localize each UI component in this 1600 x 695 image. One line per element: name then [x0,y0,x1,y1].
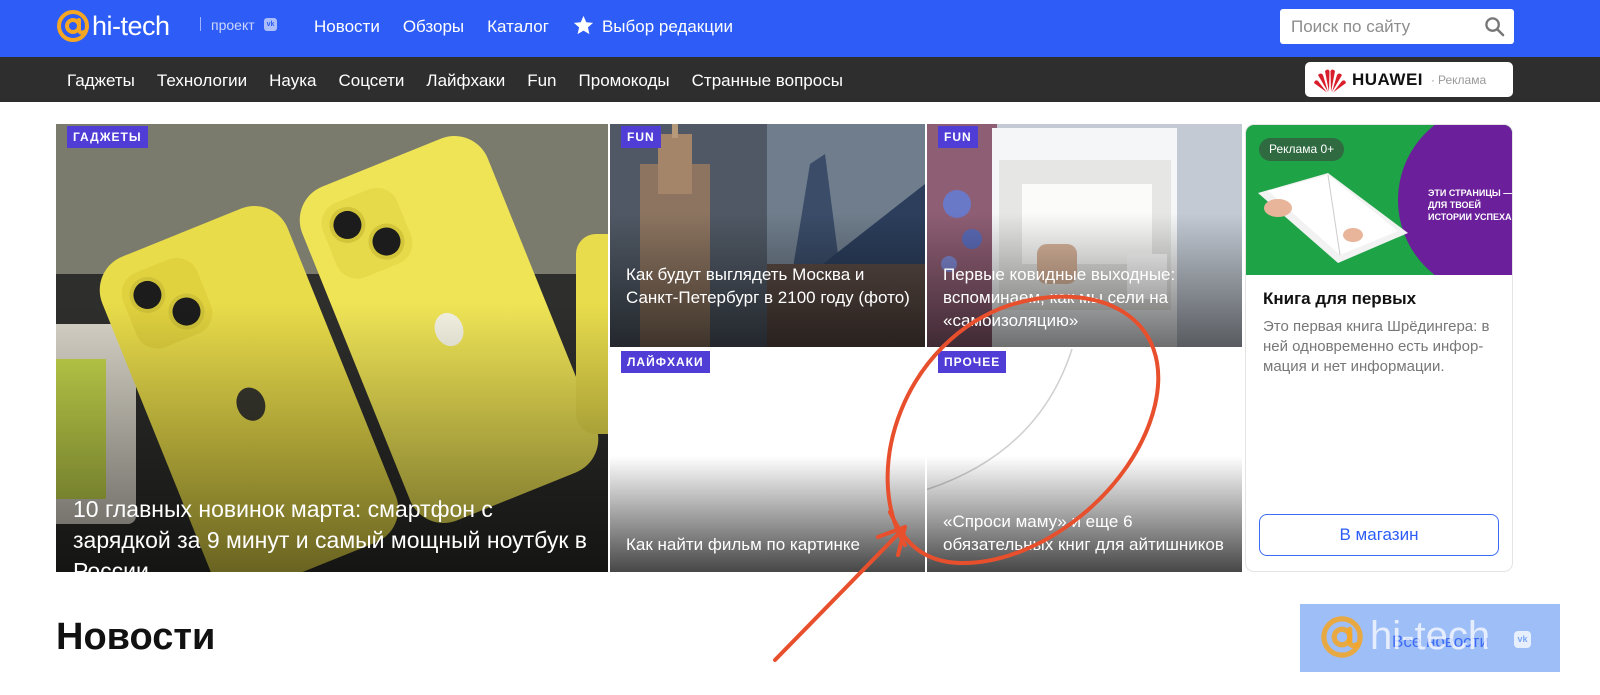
hero-card-film[interactable]: ЛАЙФХАКИ Как найти фильм по картинке [610,349,925,572]
category-bar: Гаджеты Технологии Наука Соцсети Лайфхак… [0,57,1600,102]
sponsor-dot: · [1431,72,1435,87]
hero-card-film-tag[interactable]: ЛАЙФХАКИ [621,351,710,373]
ad-card[interactable]: ЭТИ СТРАНИЦЫ — ДЛЯ ТВОЕЙ ИСТОРИИ УСПЕХА … [1245,124,1513,572]
star-icon [573,15,594,35]
sponsor-ad-label: Реклама [1438,72,1487,87]
ad-title[interactable]: Книга для первых [1263,289,1416,309]
ad-image-text: ЭТИ СТРАНИЦЫ — ДЛЯ ТВОЕЙ ИСТОРИИ УСПЕХА [1428,188,1513,222]
nav-reviews[interactable]: Обзоры [403,17,464,37]
category-gadgets[interactable]: Гаджеты [67,71,135,91]
category-nav: Гаджеты Технологии Наука Соцсети Лайфхак… [67,71,843,91]
news-heading: Новости [56,616,216,658]
hero-card-covid-title[interactable]: Первые ковидные выходные: вспоминаем, ка… [943,263,1233,332]
hero-main-tag[interactable]: ГАДЖЕТЫ [67,126,148,148]
category-science[interactable]: Наука [269,71,316,91]
category-promocodes[interactable]: Промокоды [579,71,670,91]
nav-catalog[interactable]: Каталог [487,17,549,37]
sponsor-brand: HUAWEI [1352,69,1423,89]
category-fun[interactable]: Fun [527,71,556,91]
search-input[interactable] [1280,9,1475,44]
watermark-vk-icon: vk [1514,631,1531,648]
hero-card-covid[interactable]: FUN Первые ковидные выходные: вспоминаем… [927,124,1242,347]
watermark-at-icon [1321,616,1363,658]
ad-description: Это первая книга Шрёдингера: в ней однов… [1263,318,1490,375]
hero-card-moscow-tag[interactable]: FUN [621,126,661,148]
hero-main-title[interactable]: 10 главных новинок марта: смартфон с зар… [73,494,593,572]
at-sign-icon [57,10,89,42]
hero-card-film-title[interactable]: Как найти фильм по картинке [626,533,916,556]
ad-image: ЭТИ СТРАНИЦЫ — ДЛЯ ТВОЕЙ ИСТОРИИ УСПЕХА … [1246,125,1513,275]
watermark: Все новости hi-tech vk [1300,604,1560,672]
huawei-flower-icon [1314,69,1346,92]
category-social[interactable]: Соцсети [338,71,404,91]
watermark-text: hi-tech [1370,614,1491,658]
shop-button[interactable]: В магазин [1259,514,1499,556]
logo-divider [200,17,201,31]
search-box [1280,9,1514,44]
hero-card-covid-tag[interactable]: FUN [938,126,978,148]
hero-card-books[interactable]: ПРОЧЕЕ «Спроси маму» и еще 6 обязательны… [927,349,1242,572]
hero-main-card[interactable]: ГАДЖЕТЫ 10 главных новинок марта: смартф… [56,124,608,572]
hero-card-books-tag[interactable]: ПРОЧЕЕ [938,351,1007,373]
hero-card-books-title[interactable]: «Спроси маму» и еще 6 обязательных книг … [943,510,1233,556]
top-bar: hi-tech проект vk Новости Обзоры Каталог… [0,0,1600,57]
hero-card-moscow-title[interactable]: Как будут выглядеть Москва и Санкт-Петер… [626,263,916,309]
category-strange-questions[interactable]: Странные вопросы [692,71,843,91]
open-book-image [1258,173,1408,263]
category-technologies[interactable]: Технологии [157,71,247,91]
sponsor-chip[interactable]: HUAWEI · Реклама [1305,62,1513,97]
logo-text: hi-tech [92,10,170,41]
category-lifehacks[interactable]: Лайфхаки [426,71,505,91]
nav-editors-choice[interactable]: Выбор редакции [572,15,733,37]
main-nav: Новости Обзоры Каталог Выбор редакции [314,15,733,37]
nav-editors-choice-label: Выбор редакции [601,17,733,36]
site-logo[interactable]: hi-tech [56,9,170,43]
vk-icon: vk [264,18,277,31]
hero-card-moscow[interactable]: FUN Как будут выглядеть Москва и Санкт-П… [610,124,925,347]
nav-news[interactable]: Новости [314,17,380,37]
ad-badge: Реклама 0+ [1259,138,1345,161]
project-label: проект [211,17,255,33]
search-icon[interactable] [1484,16,1505,37]
